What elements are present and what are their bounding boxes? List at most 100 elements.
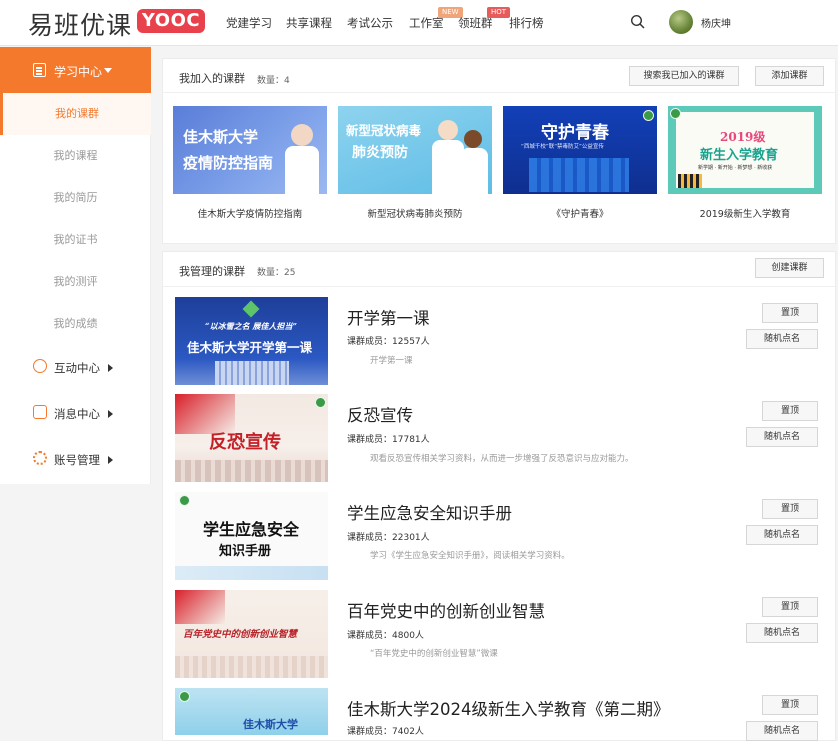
sidebar-study-center[interactable]: 学习中心: [0, 47, 151, 93]
user-icon: [33, 359, 47, 373]
managed-group-title[interactable]: 学生应急安全知识手册: [347, 500, 512, 524]
group-card-caption[interactable]: 新型冠状病毒肺炎预防: [338, 206, 492, 220]
joined-group-card[interactable]: 守护青春 “西城千校”联“禁毒防艾”公益宣传 《守护青春》: [503, 106, 657, 220]
pin-top-button[interactable]: 置顶: [762, 499, 818, 519]
top-navbar: 易班优课 YOOC 党建学习 共享课程 考试公示 工作室 NEW 领班群 HOT…: [0, 0, 838, 46]
isometric-blocks: [529, 158, 629, 192]
members-count: 12557人: [392, 337, 430, 347]
nav-exam-notice[interactable]: 考试公示: [347, 15, 393, 31]
managed-group-title[interactable]: 佳木斯大学2024级新生入学教育《第二期》: [347, 696, 670, 720]
random-rollcall-button[interactable]: 随机点名: [746, 623, 818, 643]
nav-hot-badge: HOT: [487, 7, 511, 18]
add-group-button[interactable]: 添加课群: [755, 66, 824, 86]
sidebar-item-my-resume[interactable]: 我的简历: [0, 177, 151, 219]
building-silhouette: [175, 460, 328, 482]
sidebar-interaction-center[interactable]: 互动中心: [0, 345, 151, 391]
cover-text: 百年党史中的创新创业智慧: [183, 629, 298, 640]
group-cover-image[interactable]: 佳木斯大学: [175, 688, 328, 735]
campus-building: [215, 361, 289, 385]
pin-top-button[interactable]: 置顶: [762, 401, 818, 421]
sidebar-message-center[interactable]: 消息中心: [0, 391, 151, 437]
group-card-caption[interactable]: 2019级新生入学教育: [668, 206, 822, 220]
pin-top-button[interactable]: 置顶: [762, 303, 818, 323]
decoration-stripes: [678, 174, 702, 188]
managed-group-members: 课群成员：22301人: [347, 530, 430, 543]
sidebar-account-management[interactable]: 账号管理: [0, 437, 151, 483]
group-cover-image[interactable]: 佳木斯大学 疫情防控指南: [173, 106, 327, 194]
joined-groups-count: 数量：4: [257, 73, 290, 86]
gear-icon: [33, 451, 47, 465]
brand-logo-badge[interactable]: YOOC: [137, 9, 205, 33]
members-count: 22301人: [392, 533, 430, 543]
group-cover-image[interactable]: 反恐宣传: [175, 394, 328, 482]
caret-right-icon: [108, 364, 113, 372]
members-label: 课群成员：: [347, 631, 393, 641]
group-status-icon: [670, 108, 681, 119]
user-name[interactable]: 杨庆坤: [701, 15, 731, 30]
members-count: 17781人: [392, 435, 430, 445]
sidebar-item-my-grades[interactable]: 我的成绩: [0, 303, 151, 345]
group-cover-image[interactable]: 新型冠状病毒 肺炎预防: [338, 106, 492, 194]
nav-ranking[interactable]: 排行榜: [509, 15, 544, 31]
sidebar-item-my-courses[interactable]: 我的课程: [0, 135, 151, 177]
joined-group-card[interactable]: 2019级 新生入学教育 新学期 · 新开始 · 新梦想 · 新收获 2019级…: [668, 106, 822, 220]
count-value: 25: [284, 268, 296, 278]
wave-decoration: [175, 566, 328, 580]
group-card-caption[interactable]: 《守护青春》: [503, 206, 657, 220]
divider: [163, 92, 835, 93]
group-card-caption[interactable]: 佳木斯大学疫情防控指南: [173, 206, 327, 220]
members-count: 7402人: [392, 727, 424, 737]
message-icon: [33, 405, 47, 419]
group-cover-image[interactable]: 守护青春 “西城千校”联“禁毒防艾”公益宣传: [503, 106, 657, 194]
group-cover-image[interactable]: “以冰雪之名 展佳人担当” 佳木斯大学开学第一课: [175, 297, 328, 385]
nurse-illustration: [460, 148, 488, 194]
emblem-icon: [242, 300, 260, 318]
group-cover-image[interactable]: 百年党史中的创新创业智慧: [175, 590, 328, 678]
create-group-button[interactable]: 创建课群: [755, 258, 824, 278]
group-cover-image[interactable]: 2019级 新生入学教育 新学期 · 新开始 · 新梦想 · 新收获: [668, 106, 822, 194]
nav-party-study[interactable]: 党建学习: [226, 15, 272, 31]
sidebar-item-my-groups[interactable]: 我的课群: [0, 93, 151, 135]
random-rollcall-button[interactable]: 随机点名: [746, 721, 818, 741]
cover-text: “以冰雪之名 展佳人担当”: [205, 321, 297, 331]
cover-text: 疫情防控指南: [183, 154, 274, 172]
user-avatar[interactable]: [669, 10, 693, 34]
sidebar-interaction-label: 互动中心: [54, 361, 100, 375]
count-value: 4: [284, 76, 290, 86]
caret-right-icon: [108, 410, 113, 418]
managed-group-title[interactable]: 开学第一课: [347, 305, 430, 329]
count-label: 数量：: [257, 268, 285, 278]
cover-text: 肺炎预防: [352, 145, 408, 161]
group-status-icon: [315, 397, 326, 408]
brand-logo-text[interactable]: 易班优课: [28, 6, 132, 42]
divider: [163, 286, 835, 287]
count-label: 数量：: [257, 76, 285, 86]
random-rollcall-button[interactable]: 随机点名: [746, 329, 818, 349]
search-joined-groups-button[interactable]: 搜索我已加入的课群: [629, 66, 739, 86]
joined-group-card[interactable]: 佳木斯大学 疫情防控指南 佳木斯大学疫情防控指南: [173, 106, 327, 220]
managed-group-description: “百年党史中的创新创业智慧”微课: [370, 649, 498, 659]
managed-group-members: 课群成员：7402人: [347, 724, 424, 737]
cover-text: 佳木斯大学开学第一课: [187, 340, 313, 355]
managed-group-title[interactable]: 百年党史中的创新创业智慧: [347, 598, 545, 622]
sidebar-item-my-tests[interactable]: 我的测评: [0, 261, 151, 303]
flag-decoration: [175, 590, 225, 624]
pin-top-button[interactable]: 置顶: [762, 695, 818, 715]
random-rollcall-button[interactable]: 随机点名: [746, 525, 818, 545]
sidebar-item-my-certificates[interactable]: 我的证书: [0, 219, 151, 261]
joined-group-card[interactable]: 新型冠状病毒 肺炎预防 新型冠状病毒肺炎预防: [338, 106, 492, 220]
pin-top-button[interactable]: 置顶: [762, 597, 818, 617]
cover-text: 守护青春: [541, 123, 609, 143]
group-status-icon: [643, 110, 654, 121]
document-icon: [33, 63, 46, 77]
random-rollcall-button[interactable]: 随机点名: [746, 427, 818, 447]
nav-shared-courses[interactable]: 共享课程: [286, 15, 332, 31]
cover-text: 佳木斯大学: [183, 128, 259, 146]
search-icon[interactable]: [630, 14, 646, 30]
sidebar-message-label: 消息中心: [54, 407, 100, 421]
sidebar-study-center-label: 学习中心: [54, 65, 103, 79]
managed-group-description: 开学第一课: [370, 356, 413, 366]
cover-text: 2019级: [720, 130, 766, 144]
group-cover-image[interactable]: 学生应急安全 知识手册: [175, 492, 328, 580]
managed-group-title[interactable]: 反恐宣传: [347, 402, 413, 426]
